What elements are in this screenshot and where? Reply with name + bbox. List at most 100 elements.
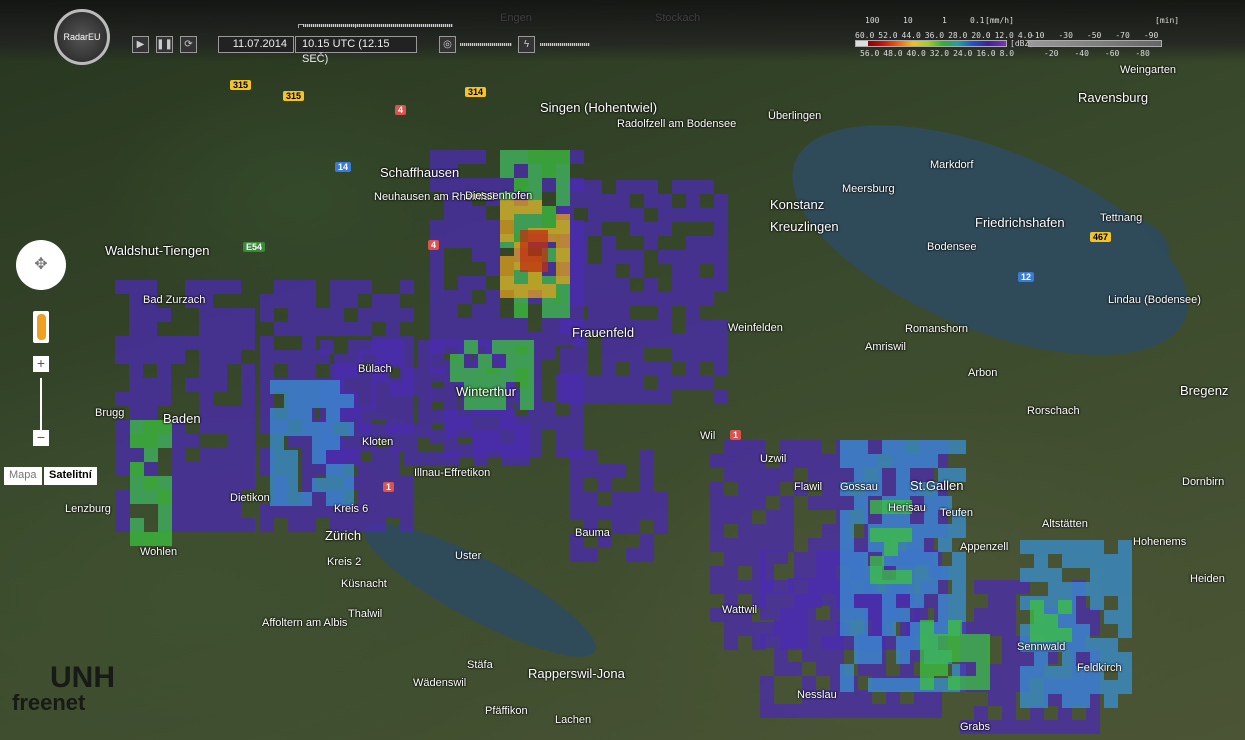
- radar-eu-logo[interactable]: RadarEU: [54, 9, 110, 65]
- radar-cell: [144, 490, 158, 504]
- lightning-toggle-button[interactable]: ϟ: [518, 36, 535, 53]
- radar-cell: [952, 580, 966, 594]
- dbz-tick: 48.0: [883, 49, 902, 58]
- radar-cell: [158, 504, 172, 518]
- radar-cell: [672, 348, 686, 362]
- radar-cell: [672, 250, 686, 264]
- radar-cell: [686, 180, 700, 194]
- street-view-pegman[interactable]: [33, 311, 49, 343]
- radar-cell: [298, 380, 312, 394]
- timeline-slider[interactable]: [303, 24, 453, 27]
- road-shield: 314: [465, 87, 486, 97]
- place-label: Bülach: [358, 363, 392, 375]
- radar-cell: [724, 454, 738, 468]
- radar-cell: [500, 256, 514, 270]
- place-label: Weinfelden: [728, 322, 783, 334]
- radar-cell: [570, 150, 584, 164]
- radar-cell: [1118, 680, 1132, 694]
- radar-cell: [630, 180, 644, 194]
- radar-cell: [788, 662, 802, 676]
- radar-opacity-slider[interactable]: [460, 43, 512, 46]
- zoom-slider[interactable]: [40, 378, 42, 430]
- radar-cell: [1076, 694, 1090, 708]
- radar-cell: [227, 420, 241, 434]
- radar-cell: [458, 206, 472, 220]
- radar-cell: [644, 320, 658, 334]
- time-display: 10.15 UTC (12.15 SEČ): [295, 36, 417, 53]
- radar-cell: [288, 504, 302, 518]
- radar-cell: [1020, 568, 1034, 582]
- radar-cell: [854, 468, 868, 482]
- radar-cell: [404, 368, 418, 382]
- radar-cell: [686, 236, 700, 250]
- map-type-satellite-button[interactable]: Satelitní: [44, 467, 97, 485]
- radar-cell: [714, 194, 728, 208]
- radar-cell: [260, 364, 274, 378]
- radar-cell: [458, 220, 472, 234]
- radar-cell: [988, 608, 1002, 622]
- radar-cell: [284, 492, 298, 506]
- place-label: Pfäffikon: [485, 705, 528, 717]
- radar-cell: [714, 320, 728, 334]
- radar-cell: [284, 464, 298, 478]
- radar-cell: [612, 506, 626, 520]
- radar-cell: [404, 438, 418, 452]
- map-type-map-button[interactable]: Mapa: [4, 467, 42, 485]
- radar-cell: [213, 518, 227, 532]
- radar-cell: [1076, 582, 1090, 596]
- radar-cell: [1030, 628, 1044, 642]
- lightning-tick: -10: [1030, 31, 1044, 40]
- lightning-tick: -50: [1087, 31, 1101, 40]
- loop-button[interactable]: ⟳: [180, 36, 197, 53]
- radar-cell: [298, 408, 312, 422]
- radar-cell: [115, 420, 129, 434]
- satellite-map[interactable]: Schaffhausen Singen (Hohentwiel) Radolfzel…: [0, 0, 1245, 740]
- radar-cell: [714, 222, 728, 236]
- radar-cell: [1104, 694, 1118, 708]
- lightning-opacity-slider[interactable]: [540, 43, 590, 46]
- radar-cell: [644, 278, 658, 292]
- lightning-tick: -90: [1144, 31, 1158, 40]
- radar-cell: [822, 524, 836, 538]
- radar-cell: [724, 552, 738, 566]
- radar-cell: [213, 378, 227, 392]
- radar-toggle-button[interactable]: ◎: [439, 36, 456, 53]
- radar-cell: [430, 360, 444, 374]
- radar-cell: [626, 548, 640, 562]
- radar-cell: [320, 340, 334, 354]
- pause-button[interactable]: ❚❚: [156, 36, 173, 53]
- radar-cell: [788, 634, 802, 648]
- radar-cell: [1016, 580, 1030, 594]
- radar-cell: [1002, 636, 1016, 650]
- radar-cell: [974, 706, 988, 720]
- radar-cell: [808, 454, 822, 468]
- zoom-in-button[interactable]: +: [33, 356, 49, 372]
- radar-cell: [802, 620, 816, 634]
- radar-cell: [340, 478, 354, 492]
- radar-cell: [302, 294, 316, 308]
- radar-cell: [816, 704, 830, 718]
- road-shield: 14: [335, 162, 351, 172]
- radar-cell: [430, 332, 444, 346]
- radar-cell: [171, 462, 185, 476]
- radar-cell: [920, 648, 934, 662]
- radar-cell: [260, 518, 274, 532]
- pan-control[interactable]: ✥: [16, 240, 66, 290]
- radar-cell: [780, 538, 794, 552]
- radar-cell: [910, 580, 924, 594]
- road-shield: E54: [243, 242, 265, 252]
- radar-cell: [974, 580, 988, 594]
- radar-cell: [376, 340, 390, 354]
- play-button[interactable]: ▶: [132, 36, 149, 53]
- radar-cell: [602, 390, 616, 404]
- radar-cell: [372, 294, 386, 308]
- place-label: Sennwald: [1017, 641, 1065, 653]
- radar-cell: [270, 408, 284, 422]
- radar-cell: [724, 510, 738, 524]
- radar-cell: [472, 248, 486, 262]
- zoom-out-button[interactable]: −: [33, 430, 49, 446]
- radar-cell: [302, 504, 316, 518]
- radar-cell: [430, 150, 444, 164]
- radar-cell: [630, 348, 644, 362]
- radar-cell: [588, 292, 602, 306]
